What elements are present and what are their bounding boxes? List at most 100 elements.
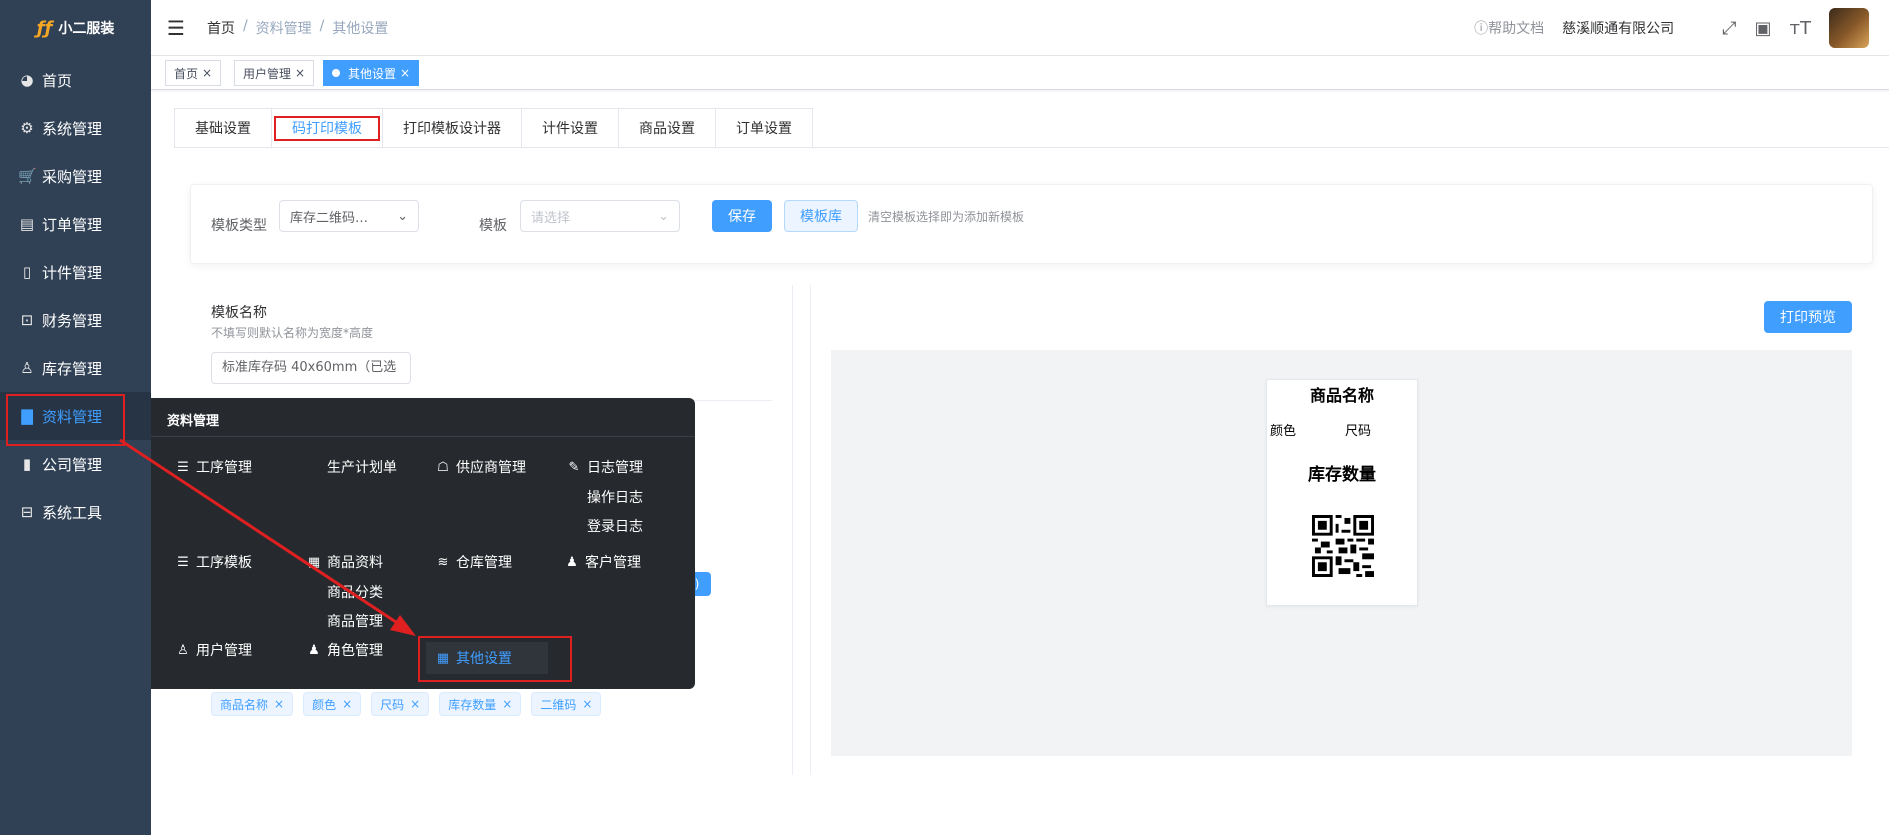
menu-item-customer[interactable]: ♟ 客户管理: [565, 552, 641, 572]
menu-item-login-log[interactable]: 登录日志: [587, 516, 643, 536]
close-icon[interactable]: ×: [202, 66, 212, 80]
sidebar-item-home[interactable]: ◕ 首页: [0, 56, 151, 104]
menu-item-label: 工序管理: [196, 460, 252, 476]
sidebar-item-finance[interactable]: ⊡ 财务管理: [0, 296, 151, 344]
template-select[interactable]: 请选择 ⌄: [520, 200, 680, 232]
menu-item-operation-log[interactable]: 操作日志: [587, 487, 643, 507]
tab-order[interactable]: 订单设置: [716, 109, 812, 148]
tab-basic[interactable]: 基础设置: [175, 109, 272, 148]
menu-item-product-management[interactable]: 商品管理: [327, 611, 383, 631]
users-icon: ♟: [566, 554, 578, 570]
tag-other-settings[interactable]: 其他设置 ×: [323, 60, 420, 86]
field-tag[interactable]: 库存数量 ×: [439, 692, 522, 716]
breadcrumb-current: 其他设置: [332, 20, 389, 37]
chevron-down-icon: ⌄: [397, 208, 408, 224]
sidebar-item-system[interactable]: ⚙ 系统管理: [0, 104, 151, 152]
menu-item-label: 用户管理: [196, 643, 252, 659]
order-icon: ▤: [19, 215, 35, 233]
avatar[interactable]: [1829, 8, 1869, 48]
menu-item-process[interactable]: ☰ 工序管理: [176, 457, 252, 477]
sidebar-item-orders[interactable]: ▤ 订单管理: [0, 200, 151, 248]
tag-label: 用户管理: [243, 66, 292, 81]
menu-item-product-data[interactable]: ▦ 商品资料: [307, 552, 383, 572]
gear-icon: ⚙: [20, 119, 34, 137]
breadcrumb-data[interactable]: 资料管理: [256, 18, 312, 38]
close-icon[interactable]: ×: [582, 697, 592, 711]
chart-icon: ⊡: [20, 311, 34, 329]
company-name[interactable]: 慈溪顺通有限公司: [1562, 18, 1674, 38]
flyout-divider: [151, 436, 695, 437]
sidebar-item-purchase[interactable]: 🛒 采购管理: [0, 152, 151, 200]
menu-item-roles[interactable]: ♟ 角色管理: [307, 640, 383, 660]
menu-item-product-category[interactable]: 商品分类: [327, 582, 383, 602]
tab-template-designer[interactable]: 打印模板设计器: [383, 109, 522, 148]
list-icon: ☰: [177, 554, 189, 570]
template-name-label: 模板名称: [211, 305, 267, 321]
settings-tabs: 基础设置 码打印模板 打印模板设计器 计件设置 商品设置 订单设置: [174, 108, 813, 148]
close-icon[interactable]: ×: [295, 66, 305, 80]
chevron-down-icon: ⌄: [658, 208, 669, 224]
tag-home[interactable]: 首页 ×: [165, 60, 222, 86]
sidebar-item-label: 系统管理: [42, 119, 103, 138]
field-tag[interactable]: 二维码 ×: [531, 692, 602, 716]
close-icon[interactable]: ×: [342, 697, 352, 711]
template-type-select[interactable]: 库存二维码… ⌄: [279, 200, 419, 232]
fullscreen-icon[interactable]: ⤢: [1722, 18, 1736, 39]
field-tag[interactable]: 商品名称 ×: [211, 692, 294, 716]
menu-item-production-plan[interactable]: 生产计划单: [327, 457, 397, 477]
menu-item-process-template[interactable]: ☰ 工序模板: [176, 552, 252, 572]
breadcrumb-home[interactable]: 首页: [207, 18, 235, 38]
active-dot: [332, 69, 340, 77]
column-divider: [792, 285, 793, 775]
cart-icon: 🛒: [18, 167, 37, 185]
app-logo[interactable]: ƒƒ 小二服装: [0, 0, 151, 56]
help-label: 帮助文档: [1488, 21, 1545, 37]
logo-mark: ƒƒ: [36, 17, 53, 39]
help-link[interactable]: ⓘ帮助文档: [1474, 18, 1544, 38]
menu-item-users[interactable]: ♙ 用户管理: [176, 640, 252, 660]
translate-icon[interactable]: ▣: [1755, 18, 1772, 39]
template-library-button[interactable]: 模板库: [784, 200, 858, 232]
field-tag-label: 尺码: [380, 697, 405, 712]
close-icon[interactable]: ×: [410, 697, 420, 711]
template-name-input[interactable]: 标准库存码 40x60mm（已选: [211, 352, 411, 384]
menu-item-log[interactable]: ✎ 日志管理: [567, 457, 643, 477]
close-icon[interactable]: ×: [400, 66, 410, 80]
print-preview-button[interactable]: 打印预览: [1764, 301, 1852, 333]
sidebar-item-inventory[interactable]: ♙ 库存管理: [0, 344, 151, 392]
sidebar-item-data[interactable]: ▇ 资料管理: [0, 392, 151, 446]
field-tag[interactable]: 尺码 ×: [371, 692, 430, 716]
save-button[interactable]: 保存: [712, 200, 772, 232]
app-name: 小二服装: [58, 21, 115, 37]
menu-item-label: 角色管理: [327, 643, 383, 659]
menu-item-warehouse[interactable]: ≋ 仓库管理: [436, 552, 512, 572]
supplier-icon: ☖: [437, 459, 449, 475]
tab-product[interactable]: 商品设置: [619, 109, 716, 148]
breadcrumb: 首页 / 资料管理 / 其他设置: [207, 18, 388, 38]
close-icon[interactable]: ×: [502, 697, 512, 711]
label-product-name: 商品名称: [1309, 386, 1374, 405]
sidebar-item-piecework[interactable]: ▯ 计件管理: [0, 248, 151, 296]
label-preview-card: 商品名称 颜色 尺码 库存数量: [1266, 379, 1418, 606]
menu-item-label: 生产计划单: [327, 460, 397, 476]
book-icon: ▯: [22, 263, 32, 281]
menu-item-label: 操作日志: [587, 490, 643, 506]
menu-toggle-icon[interactable]: ☰: [167, 16, 185, 40]
template-name-hint: 不填写则默认名称为宽度*高度: [211, 326, 374, 340]
tab-piecework[interactable]: 计件设置: [522, 109, 619, 148]
sidebar-item-label: 计件管理: [42, 263, 103, 282]
sidebar-item-label: 系统工具: [42, 503, 103, 522]
menu-item-label: 商品管理: [327, 614, 383, 630]
field-tag[interactable]: 颜色 ×: [303, 692, 362, 716]
sidebar-item-company[interactable]: ▮ 公司管理: [0, 440, 151, 488]
field-tag-label: 库存数量: [448, 697, 497, 712]
menu-item-supplier[interactable]: ☖ 供应商管理: [436, 457, 526, 477]
close-icon[interactable]: ×: [274, 697, 284, 711]
menu-item-label: 商品分类: [327, 585, 383, 601]
template-type-label: 模板类型: [211, 218, 267, 234]
tag-user-management[interactable]: 用户管理 ×: [234, 60, 315, 86]
sidebar-item-tools[interactable]: ⊟ 系统工具: [0, 488, 151, 536]
font-size-icon[interactable]: ᴛT: [1790, 18, 1811, 39]
tab-code-print-template[interactable]: 码打印模板: [272, 109, 383, 148]
label-stock-qty: 库存数量: [1308, 465, 1376, 485]
